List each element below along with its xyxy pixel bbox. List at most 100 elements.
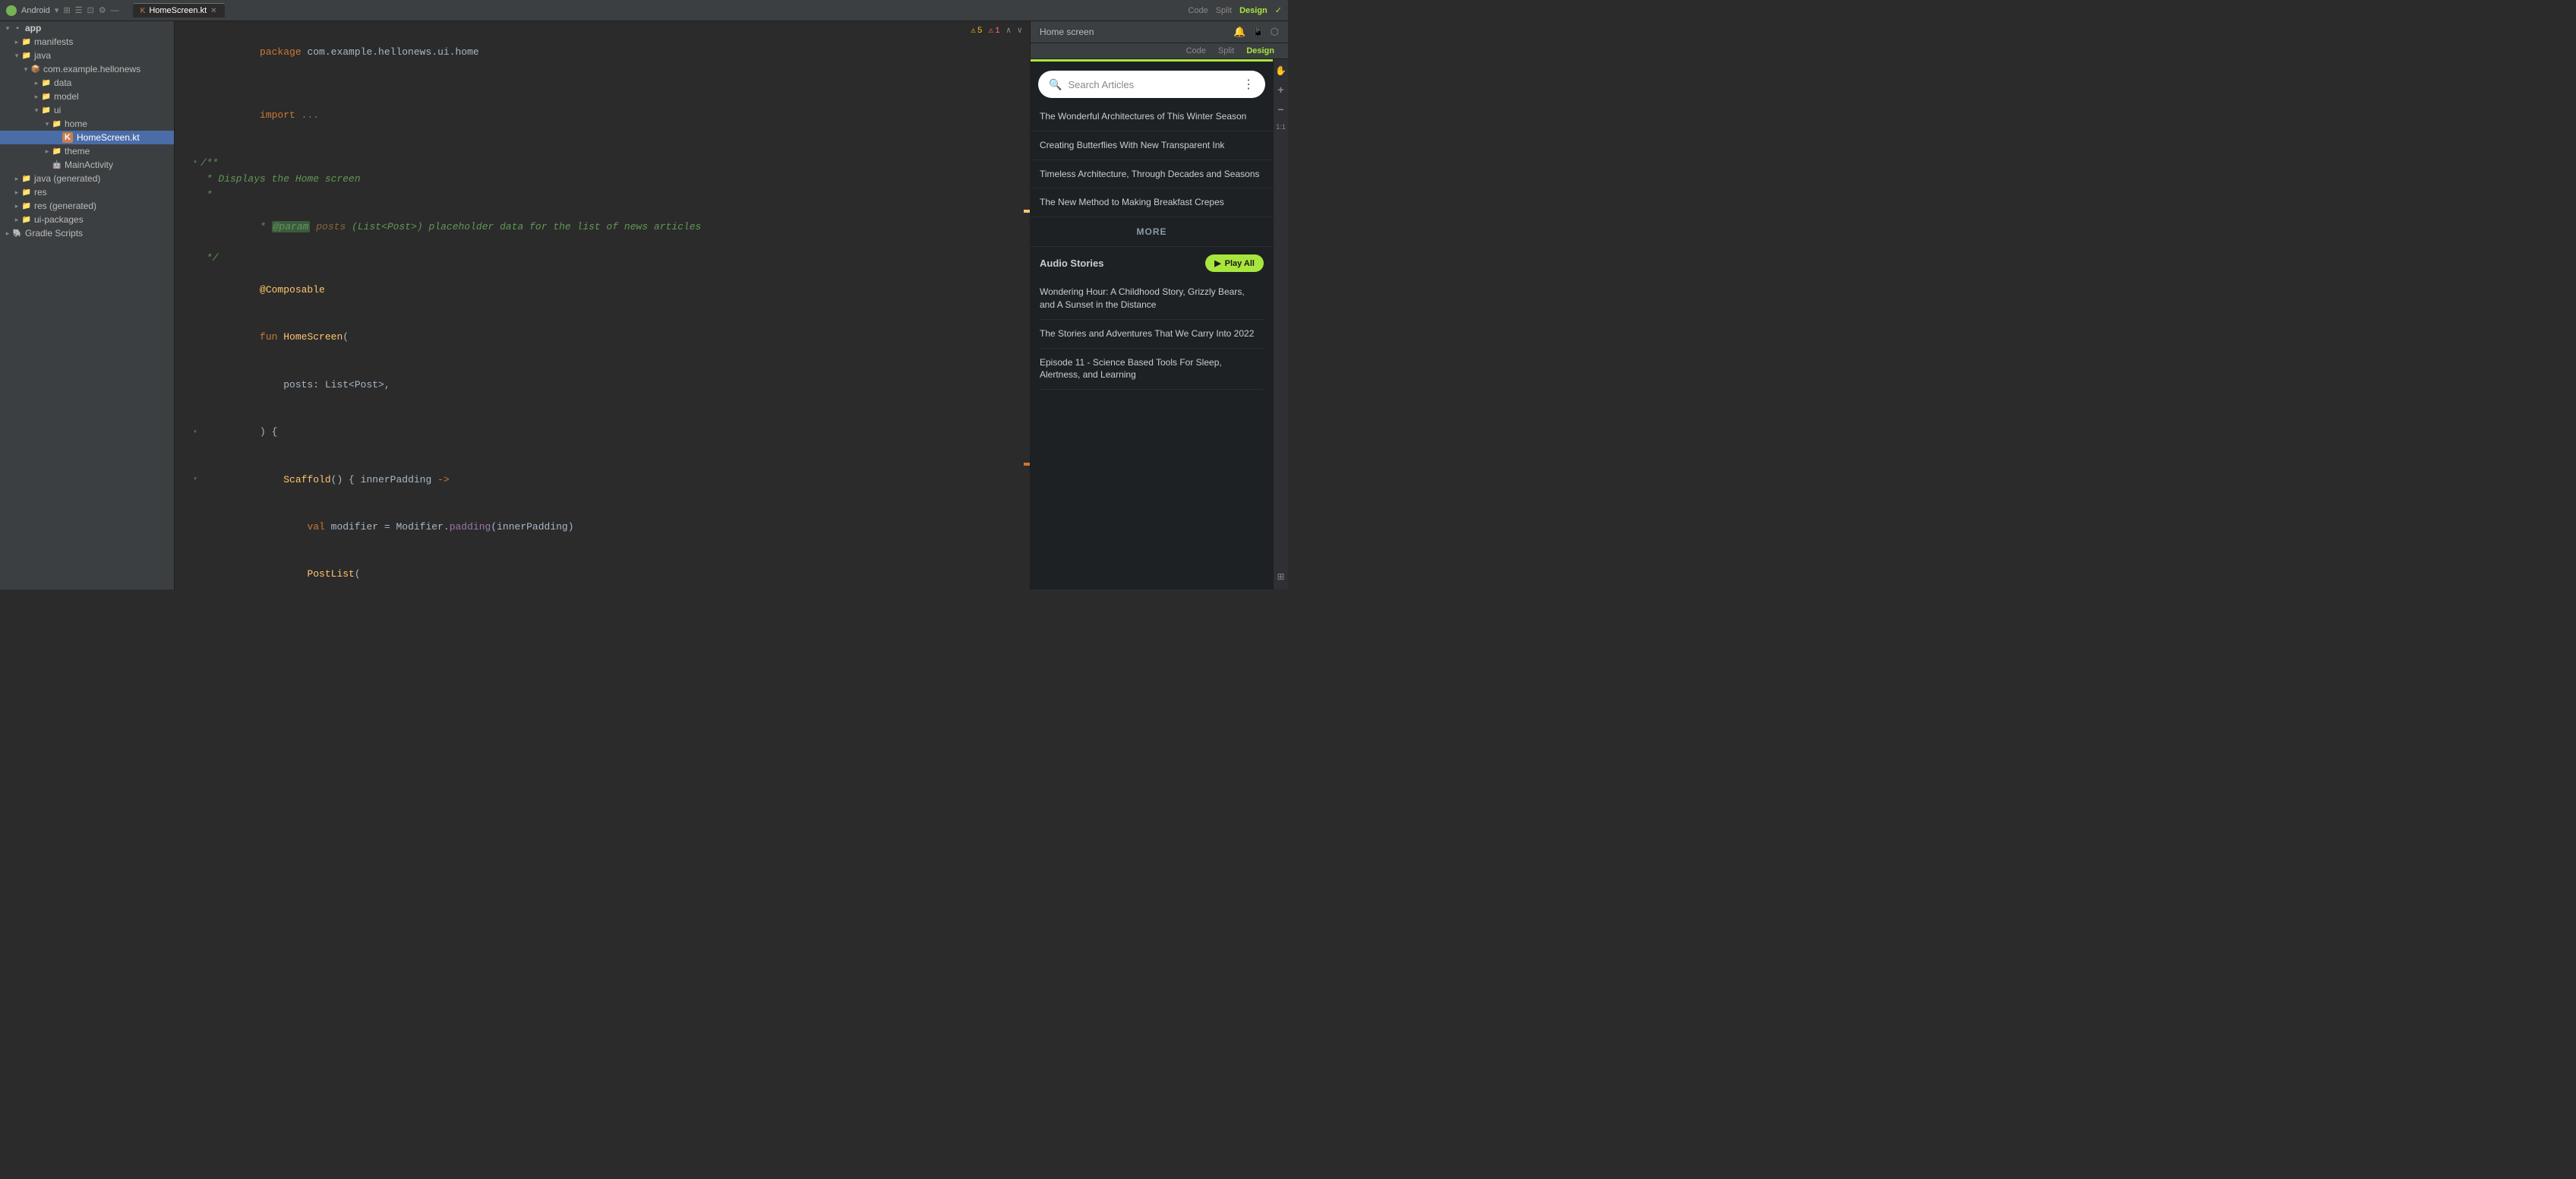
article-title-4: The New Method to Making Breakfast Crepe… — [1040, 197, 1224, 207]
sidebar-item-package[interactable]: ▾ 📦 com.example.hellonews — [0, 62, 174, 76]
label-model: model — [54, 91, 79, 102]
top-bar-left: Android ▾ ⊞ ☰ ⊡ ⚙ — — [6, 5, 119, 16]
marker-c2 — [190, 172, 200, 188]
editor-toolbar: ⚠ 5 ⚠ 1 ∧ ∨ — [971, 25, 1022, 39]
sidebar-item-manifests[interactable]: ▸ 📁 manifests — [0, 35, 174, 49]
code-view-btn[interactable]: Code — [1188, 6, 1208, 15]
zoom-out-icon[interactable]: − — [1277, 103, 1283, 115]
sidebar-item-data[interactable]: ▸ 📁 data — [0, 76, 174, 90]
sidebar-item-mainactivity[interactable]: 🤖 MainActivity — [0, 158, 174, 172]
sidebar-item-res-gen[interactable]: ▸ 📁 res (generated) — [0, 199, 174, 213]
sidebar-item-java[interactable]: ▾ 📁 java — [0, 49, 174, 62]
file-tree-sidebar: ▾ ▪ app ▸ 📁 manifests ▾ 📁 java ▾ 📦 com.e… — [0, 21, 175, 590]
code-text-comment2: * Displays the Home screen — [200, 172, 1030, 188]
fold-marker-scaffold[interactable]: ▾ — [190, 457, 200, 504]
marker-import — [190, 92, 200, 139]
sidebar-item-gradle[interactable]: ▸ 🐘 Gradle Scripts — [0, 226, 174, 240]
android-label: Android — [21, 6, 50, 15]
search-icon: 🔍 — [1049, 78, 1062, 91]
fold-marker-1[interactable]: ▾ — [190, 156, 200, 172]
code-content: package com.example.hellonews.ui.home im… — [175, 21, 1030, 590]
code-text-val: val modifier = Modifier.padding(innerPad… — [200, 504, 1030, 551]
split-mode-btn[interactable]: Split — [1212, 45, 1240, 57]
preview-toolbar: 🔔 📱 ⬡ — [1233, 26, 1279, 38]
search-bar[interactable]: 🔍 Search Articles ⋮ — [1038, 71, 1265, 98]
article-title-1: The Wonderful Architectures of This Wint… — [1040, 111, 1246, 122]
audio-header: Audio Stories ▶ Play All — [1040, 254, 1264, 272]
preview-content-area: 🔍 Search Articles ⋮ The Wonderful Archit… — [1031, 59, 1288, 590]
navigate-up[interactable]: ∧ — [1006, 25, 1012, 39]
grid-icon[interactable]: ⊞ — [1277, 571, 1284, 582]
more-button[interactable]: MORE — [1031, 217, 1273, 247]
folder-icon-ui-packages: 📁 — [21, 214, 32, 225]
sidebar-item-ui[interactable]: ▾ 📁 ui — [0, 103, 174, 117]
search-more-icon[interactable]: ⋮ — [1242, 77, 1255, 92]
nav-icon-3[interactable]: ⊡ — [87, 5, 94, 15]
top-bar-right: Code Split Design ✓ — [1188, 5, 1282, 15]
settings-icon[interactable]: ⚙ — [99, 5, 106, 15]
preview-icon-1[interactable]: 🔔 — [1233, 26, 1245, 38]
audio-item-2[interactable]: The Stories and Adventures That We Carry… — [1040, 320, 1264, 349]
code-editor[interactable]: ⚠ 5 ⚠ 1 ∧ ∨ package com.example.hellonew… — [175, 21, 1030, 590]
label-gradle: Gradle Scripts — [25, 228, 83, 239]
marker-val — [190, 504, 200, 551]
nav-icon-2[interactable]: ☰ — [75, 5, 83, 15]
code-line-package: package com.example.hellonews.ui.home — [190, 29, 1030, 76]
sidebar-item-theme[interactable]: ▸ 📁 theme — [0, 144, 174, 158]
arrow-model: ▸ — [32, 93, 41, 101]
marker-fun — [190, 315, 200, 362]
sidebar-item-home[interactable]: ▾ 📁 home — [0, 117, 174, 131]
article-item-4[interactable]: The New Method to Making Breakfast Crepe… — [1031, 188, 1273, 217]
article-item-2[interactable]: Creating Butterflies With New Transparen… — [1031, 131, 1273, 160]
arrow-package: ▾ — [21, 65, 30, 74]
play-all-label: Play All — [1225, 259, 1255, 268]
play-all-button[interactable]: ▶ Play All — [1205, 254, 1264, 272]
arrow-java-gen: ▸ — [12, 175, 21, 183]
sidebar-item-app[interactable]: ▾ ▪ app — [0, 21, 174, 35]
search-placeholder[interactable]: Search Articles — [1068, 79, 1236, 90]
code-line-comment-end: */ — [190, 251, 1030, 267]
code-text-postlist: PostList( — [200, 552, 1030, 590]
label-data: data — [54, 77, 71, 88]
design-mode-btn[interactable]: Design — [1240, 45, 1280, 57]
sidebar-item-ui-packages[interactable]: ▸ 📁 ui-packages — [0, 213, 174, 226]
code-text-composable: @Composable — [200, 267, 1030, 314]
fold-marker-2[interactable]: ▾ — [190, 409, 200, 456]
dropdown-arrow[interactable]: ▾ — [55, 5, 59, 15]
audio-title-2: The Stories and Adventures That We Carry… — [1040, 328, 1254, 339]
right-edge-tools: ✋ + − 1:1 ⊞ — [1273, 59, 1288, 590]
sidebar-item-homescreen[interactable]: K HomeScreen.kt — [0, 131, 174, 144]
sidebar-item-java-gen[interactable]: ▸ 📁 java (generated) — [0, 172, 174, 185]
preview-icon-3[interactable]: ⬡ — [1271, 26, 1279, 38]
zoom-in-icon[interactable]: + — [1277, 84, 1283, 96]
code-mode-btn[interactable]: Code — [1180, 45, 1212, 57]
navigate-down[interactable]: ∨ — [1017, 25, 1022, 39]
preview-icon-2[interactable]: 📱 — [1252, 26, 1264, 38]
audio-item-3[interactable]: Episode 11 - Science Based Tools For Sle… — [1040, 349, 1264, 390]
sidebar-item-model[interactable]: ▸ 📁 model — [0, 90, 174, 103]
folder-icon-app: ▪ — [12, 23, 23, 33]
audio-item-1[interactable]: Wondering Hour: A Childhood Story, Grizz… — [1040, 278, 1264, 320]
play-icon: ▶ — [1214, 258, 1220, 268]
design-view-btn[interactable]: Design — [1239, 6, 1267, 15]
code-line-fun: fun HomeScreen( — [190, 315, 1030, 362]
sidebar-item-res[interactable]: ▸ 📁 res — [0, 185, 174, 199]
audio-title: Audio Stories — [1040, 258, 1104, 269]
code-text-scaffold: Scaffold() { innerPadding -> — [200, 457, 1030, 504]
label-mainactivity: MainActivity — [65, 160, 113, 170]
folder-icon-theme: 📁 — [52, 146, 62, 156]
tab-homescreen[interactable]: K HomeScreen.kt ✕ — [133, 3, 225, 17]
code-line-postlist: PostList( — [190, 552, 1030, 590]
split-view-btn[interactable]: Split — [1216, 6, 1232, 15]
code-line-import: import ... — [190, 92, 1030, 139]
minus-icon[interactable]: — — [111, 6, 119, 15]
error-count: ⚠ 1 — [989, 25, 1000, 39]
code-text-package: package com.example.hellonews.ui.home — [200, 29, 1030, 76]
marker-param — [190, 204, 200, 251]
article-item-1[interactable]: The Wonderful Architectures of This Wint… — [1031, 103, 1273, 131]
nav-icon-1[interactable]: ⊞ — [63, 5, 70, 15]
article-item-3[interactable]: Timeless Architecture, Through Decades a… — [1031, 160, 1273, 189]
tab-close-btn[interactable]: ✕ — [210, 7, 216, 15]
hand-icon[interactable]: ✋ — [1275, 65, 1286, 76]
arrow-data: ▸ — [32, 79, 41, 87]
